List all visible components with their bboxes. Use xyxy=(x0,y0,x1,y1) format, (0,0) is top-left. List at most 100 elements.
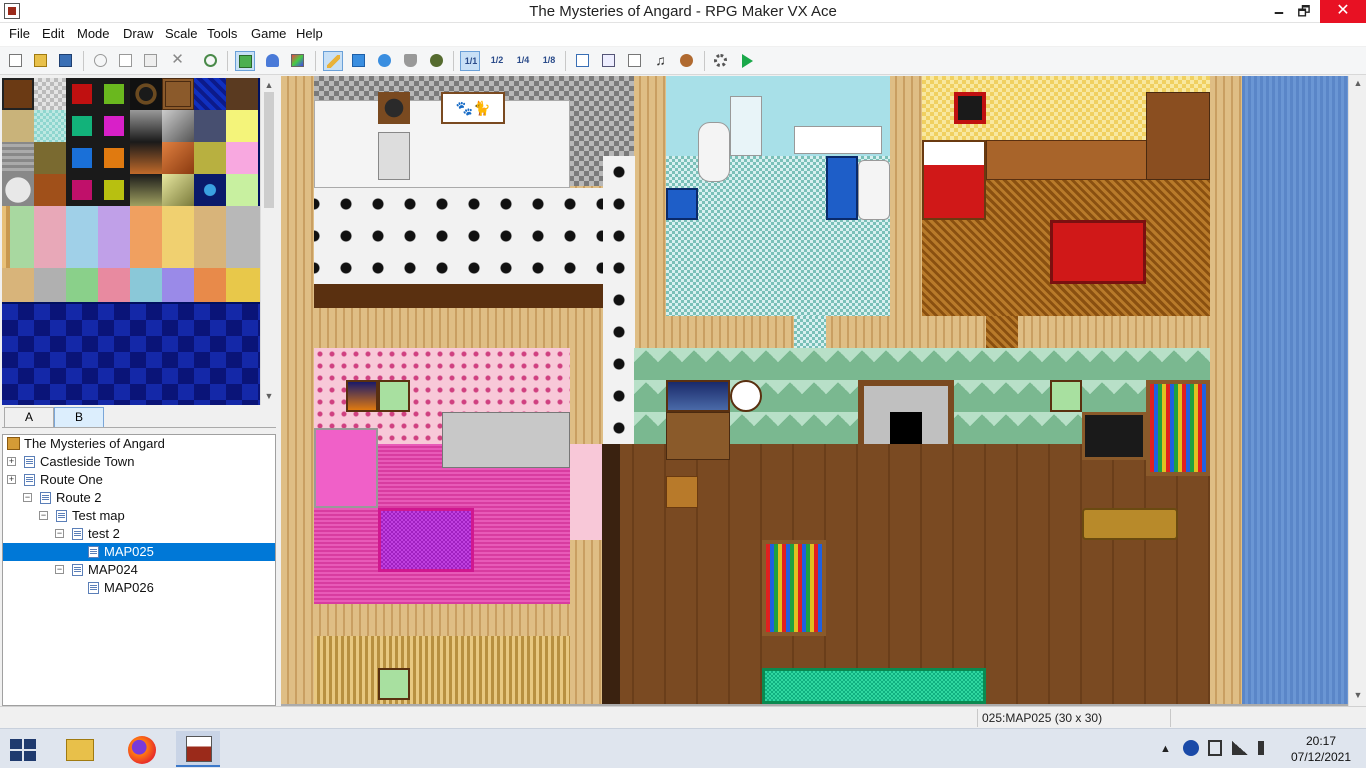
palette-wallpaper-strip[interactable] xyxy=(2,206,260,268)
maximize-button[interactable]: 🗗 xyxy=(1284,0,1324,23)
sound-test-button[interactable]: ♫ xyxy=(651,51,671,71)
zoom-1-1-button[interactable]: 1/1 xyxy=(460,51,480,71)
palette-tile[interactable] xyxy=(130,110,162,142)
palette-tile[interactable] xyxy=(34,78,66,110)
palette-tile[interactable] xyxy=(226,142,258,174)
region-mode-button[interactable] xyxy=(288,51,308,71)
palette-scrollbar[interactable]: ▲ ▼ xyxy=(260,78,276,405)
tree-item-map025[interactable]: MAP025 xyxy=(3,543,275,561)
taskbar-firefox[interactable] xyxy=(120,731,164,767)
windows-start-button[interactable] xyxy=(10,739,38,761)
zoom-1-4-button[interactable]: 1/4 xyxy=(513,51,533,71)
character-generator-button[interactable] xyxy=(677,51,697,71)
expand-icon[interactable]: + xyxy=(7,475,16,484)
palette-tile[interactable] xyxy=(226,174,258,206)
playtest-button[interactable] xyxy=(737,51,757,71)
battery-icon[interactable] xyxy=(1208,740,1222,756)
taskbar-rpg-maker[interactable] xyxy=(176,731,220,767)
palette-tile[interactable] xyxy=(162,110,194,142)
save-project-button[interactable] xyxy=(56,51,76,71)
close-button[interactable]: ✕ xyxy=(1320,0,1366,23)
palette-wall-base-strip[interactable] xyxy=(2,268,260,302)
scroll-up-icon[interactable]: ▲ xyxy=(263,80,275,90)
palette-tile[interactable] xyxy=(162,78,194,110)
open-project-button[interactable] xyxy=(31,51,51,71)
menu-draw[interactable]: Draw xyxy=(123,26,153,41)
fill-tool-button[interactable] xyxy=(401,51,421,71)
palette-tile[interactable] xyxy=(98,174,130,206)
palette-tile[interactable] xyxy=(194,174,226,206)
palette-tile[interactable] xyxy=(162,142,194,174)
palette-tile[interactable] xyxy=(34,142,66,174)
map-vertical-scrollbar[interactable]: ▲ ▼ xyxy=(1348,76,1366,706)
palette-scroll-thumb[interactable] xyxy=(264,92,274,208)
tree-item-map024[interactable]: − MAP024 xyxy=(3,561,275,579)
scroll-down-icon[interactable]: ▼ xyxy=(263,391,275,401)
palette-tile[interactable] xyxy=(194,142,226,174)
map-mode-button[interactable] xyxy=(235,51,255,71)
palette-tile[interactable] xyxy=(66,174,98,206)
palette-tile[interactable] xyxy=(162,174,194,206)
zoom-1-8-button[interactable]: 1/8 xyxy=(539,51,559,71)
undo-button[interactable] xyxy=(201,51,221,71)
zoom-1-2-button[interactable]: 1/2 xyxy=(487,51,507,71)
menu-file[interactable]: File xyxy=(9,26,30,41)
palette-tile[interactable] xyxy=(66,110,98,142)
palette-tile[interactable] xyxy=(194,78,226,110)
paste-button[interactable] xyxy=(141,51,161,71)
shadow-pen-button[interactable] xyxy=(427,51,447,71)
event-mode-button[interactable] xyxy=(263,51,283,71)
palette-tile[interactable] xyxy=(226,110,258,142)
menu-tools[interactable]: Tools xyxy=(207,26,237,41)
menu-mode[interactable]: Mode xyxy=(77,26,110,41)
script-editor-button[interactable] xyxy=(625,51,645,71)
palette-tile[interactable] xyxy=(98,142,130,174)
menu-help[interactable]: Help xyxy=(296,26,323,41)
collapse-icon[interactable]: − xyxy=(39,511,48,520)
palette-tile[interactable] xyxy=(66,142,98,174)
resource-manager-button[interactable] xyxy=(599,51,619,71)
palette-tile[interactable] xyxy=(98,110,130,142)
volume-icon[interactable] xyxy=(1258,741,1270,755)
tileset-palette[interactable] xyxy=(2,78,260,405)
tree-item-route-2[interactable]: − Route 2 xyxy=(3,489,275,507)
tree-item-map026[interactable]: MAP026 xyxy=(3,579,275,597)
new-project-button[interactable] xyxy=(6,51,26,71)
delete-button[interactable]: ✕ xyxy=(168,51,188,71)
palette-tile[interactable] xyxy=(2,110,34,142)
tree-item-project[interactable]: The Mysteries of Angard xyxy=(3,435,275,453)
palette-tile[interactable] xyxy=(2,174,34,206)
taskbar-clock[interactable]: 20:17 07/12/2021 xyxy=(1282,733,1360,765)
tree-item-test-map[interactable]: − Test map xyxy=(3,507,275,525)
palette-tile[interactable] xyxy=(66,78,98,110)
menu-scale[interactable]: Scale xyxy=(165,26,198,41)
collapse-icon[interactable]: − xyxy=(55,529,64,538)
tab-a[interactable]: A xyxy=(4,407,54,427)
palette-tile[interactable] xyxy=(130,142,162,174)
expand-icon[interactable]: + xyxy=(7,457,16,466)
pencil-tool-button[interactable] xyxy=(323,51,343,71)
tab-b[interactable]: B xyxy=(54,407,104,427)
tree-item-route-one[interactable]: + Route One xyxy=(3,471,275,489)
scroll-down-icon[interactable]: ▼ xyxy=(1352,690,1364,700)
ellipse-tool-button[interactable] xyxy=(375,51,395,71)
palette-tile[interactable] xyxy=(34,110,66,142)
taskbar-file-explorer[interactable] xyxy=(58,731,102,767)
collapse-icon[interactable]: − xyxy=(55,565,64,574)
palette-tile[interactable] xyxy=(34,174,66,206)
cut-button[interactable] xyxy=(91,51,111,71)
menu-game[interactable]: Game xyxy=(251,26,286,41)
scroll-up-icon[interactable]: ▲ xyxy=(1352,78,1364,88)
database-button[interactable] xyxy=(573,51,593,71)
map-editor[interactable]: 🐾🐈 ▲ ▼ xyxy=(281,76,1366,706)
palette-tile[interactable] xyxy=(226,78,258,110)
palette-tile[interactable] xyxy=(98,78,130,110)
palette-tile[interactable] xyxy=(194,110,226,142)
palette-tile[interactable] xyxy=(130,78,162,110)
rectangle-tool-button[interactable] xyxy=(349,51,369,71)
palette-tile[interactable] xyxy=(2,142,34,174)
palette-tile[interactable] xyxy=(2,78,34,110)
menu-edit[interactable]: Edit xyxy=(42,26,64,41)
tree-item-test-2[interactable]: − test 2 xyxy=(3,525,275,543)
tray-expand-icon[interactable]: ▲ xyxy=(1160,743,1171,755)
